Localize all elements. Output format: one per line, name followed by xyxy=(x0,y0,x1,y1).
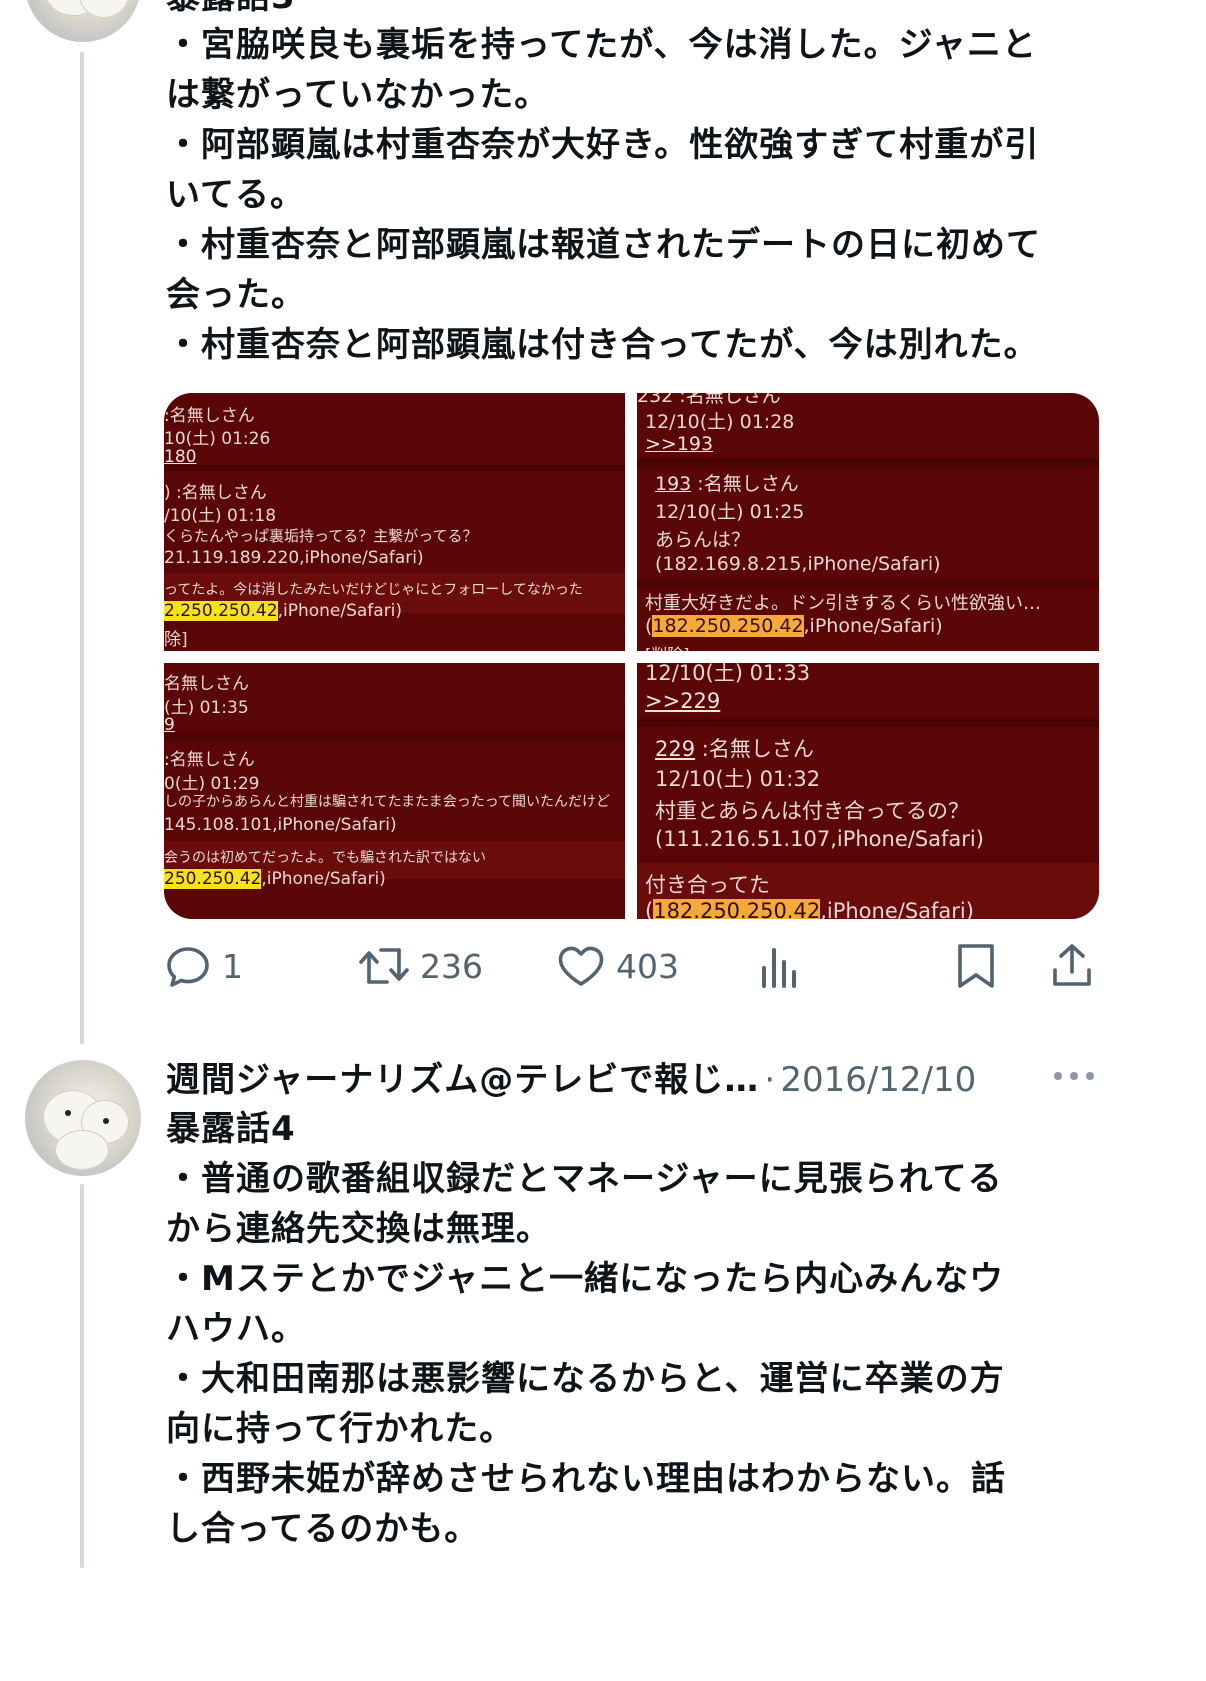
tweet-line: いてる。 xyxy=(166,175,305,215)
tweet-header-partial: 暴露話3 xyxy=(166,0,296,22)
media-grid[interactable]: :名無しさん 10(土) 01:26 180 ) :名無しさん /10(土) 0… xyxy=(164,393,1099,919)
views-button[interactable] xyxy=(758,938,802,994)
tweet-line: ・村重杏奈と阿部顕嵐は付き合ってたが、今は別れた。 xyxy=(166,325,1039,365)
tweet-line: ・宮脇咲良も裏垢を持ってたが、今は消した。ジャニと xyxy=(166,25,1037,65)
share-icon xyxy=(1053,944,1091,986)
media-image-1[interactable]: :名無しさん 10(土) 01:26 180 ) :名無しさん /10(土) 0… xyxy=(164,393,625,651)
reply-button[interactable]: 1 xyxy=(164,938,243,994)
bookmark-button[interactable] xyxy=(954,938,998,994)
tweet-line: ・村重杏奈と阿部顕嵐は報道されたデートの日に初めて xyxy=(166,225,1041,265)
media-image-4[interactable]: 12/10(土) 01:33 >>229 229 :名無しさん 12/10(土)… xyxy=(637,663,1099,919)
tweet-line: 暴露話4 xyxy=(166,1109,296,1149)
avatar[interactable] xyxy=(25,1060,141,1176)
tweet-line: 向に持って行かれた。 xyxy=(166,1409,515,1449)
action-bar: 1 236 403 xyxy=(164,938,1099,994)
header-separator: · xyxy=(764,1060,776,1100)
media-image-2[interactable]: 232 :名無しさん 12/10(土) 01:28 >>193 193 :名無し… xyxy=(637,393,1099,651)
media-image-3[interactable]: 名無しさん (土) 01:35 9 :名無しさん 0(土) 01:29 しの子か… xyxy=(164,663,625,919)
thread-line-bottom xyxy=(80,1184,84,1568)
like-count: 403 xyxy=(616,946,679,986)
author-name[interactable]: 週間ジャーナリズム@テレビで報じ… xyxy=(166,1060,759,1100)
tweet-text: ・宮脇咲良も裏垢を持ってたが、今は消した。ジャニと は繋がっていなかった。 ・阿… xyxy=(166,20,1041,370)
tweet-line: ・Mステとかでジャニと一緒になったら内心みんなウ xyxy=(166,1259,1005,1299)
more-icon[interactable] xyxy=(1054,1066,1098,1086)
avatar[interactable] xyxy=(25,0,141,42)
retweet-icon xyxy=(359,948,409,984)
bookmark-icon xyxy=(958,944,994,988)
tweet-line: 会った。 xyxy=(166,275,306,315)
tweet-line: ・阿部顕嵐は村重杏奈が大好き。性欲強すぎて村重が引 xyxy=(166,125,1040,165)
like-button[interactable]: 403 xyxy=(556,938,679,994)
share-button[interactable] xyxy=(1050,938,1094,994)
reply-count: 1 xyxy=(222,946,243,986)
tweet-header: 週間ジャーナリズム@テレビで報じ… · 2016/12/10 xyxy=(166,1052,976,1102)
tweet-line: ・大和田南那は悪影響になるからと、運営に卒業の方 xyxy=(166,1359,1005,1399)
views-icon xyxy=(762,948,796,988)
tweet-line: ・普通の歌番組収録だとマネージャーに見張られてる xyxy=(166,1159,1003,1199)
retweet-button[interactable]: 236 xyxy=(358,938,483,994)
like-icon xyxy=(558,946,604,986)
tweet-text: 暴露話4 ・普通の歌番組収録だとマネージャーに見張られてる から連絡先交換は無理… xyxy=(166,1104,1006,1554)
thread-line-top xyxy=(80,52,84,1044)
tweet-date[interactable]: 2016/12/10 xyxy=(780,1060,976,1100)
tweet-line: は繋がっていなかった。 xyxy=(166,75,550,115)
tweet-line: ハウハ。 xyxy=(166,1309,306,1349)
reply-icon xyxy=(167,947,209,987)
tweet-line: し合ってるのかも。 xyxy=(166,1509,480,1549)
tweet-line: から連絡先交換は無理。 xyxy=(166,1209,551,1249)
retweet-count: 236 xyxy=(420,946,483,986)
tweet-line: ・西野未姫が辞めさせられない理由はわからない。話 xyxy=(166,1459,1006,1499)
